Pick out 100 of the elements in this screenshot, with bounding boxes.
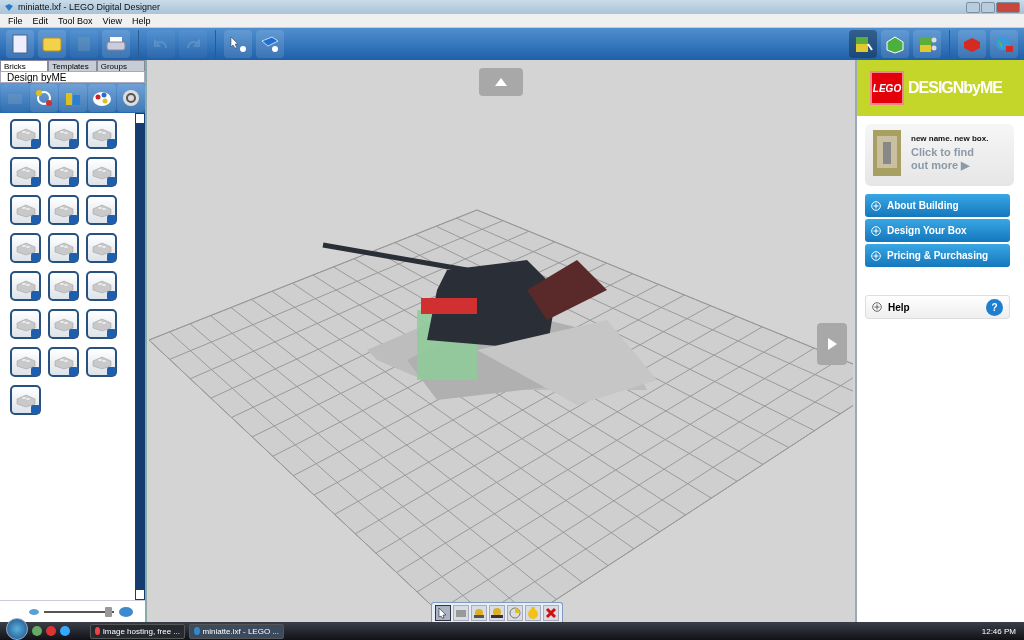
toolbar-button[interactable] — [224, 30, 252, 58]
add-icon — [69, 291, 78, 300]
panel-tab[interactable]: Groups — [96, 60, 145, 71]
help-icon: ? — [986, 298, 1003, 316]
brick-tile[interactable] — [10, 347, 41, 377]
plus-icon — [871, 225, 881, 236]
toolbar-button[interactable] — [38, 30, 66, 58]
hinge-align-icon — [491, 607, 503, 619]
edit-tool-button[interactable] — [471, 605, 487, 621]
save-icon — [77, 36, 91, 52]
help-button[interactable]: Help ? — [865, 295, 1010, 319]
palette-button[interactable] — [29, 84, 58, 112]
add-icon — [107, 139, 116, 148]
slider-thumb[interactable] — [105, 606, 113, 617]
brand-title: DESIGNbyME — [908, 79, 1002, 97]
add-icon — [31, 405, 40, 414]
accordion-header[interactable]: Design Your Box — [865, 219, 1010, 242]
brand-logo: LEGO — [870, 71, 904, 105]
palette-button[interactable] — [116, 84, 145, 112]
pointer-icon — [438, 607, 448, 619]
brick-tile[interactable] — [48, 347, 79, 377]
brick-tile[interactable] — [10, 271, 41, 301]
toolbar-button[interactable] — [102, 30, 130, 58]
window-title: miniatte.lxf - LEGO Digital Designer — [18, 2, 161, 12]
brick-tile[interactable] — [48, 157, 79, 187]
brick-tile[interactable] — [10, 157, 41, 187]
add-icon — [69, 177, 78, 186]
add-icon — [107, 291, 116, 300]
brick-tile[interactable] — [48, 233, 79, 263]
clock: 12:46 PM — [981, 626, 1017, 636]
brick-tile[interactable] — [86, 119, 117, 149]
panel-tab[interactable]: Templates — [48, 60, 97, 71]
folder-icon — [42, 36, 62, 52]
undo-icon — [154, 38, 168, 50]
brick-tile[interactable] — [86, 233, 117, 263]
close-button[interactable] — [996, 1, 1020, 13]
brick-tile[interactable] — [48, 309, 79, 339]
menu-item[interactable]: File — [8, 15, 23, 26]
taskbar-button[interactable]: miniatte.lxf - LEGO ... — [189, 623, 284, 639]
edit-tool-button[interactable] — [489, 605, 505, 621]
toolbar-button[interactable] — [256, 30, 284, 58]
scrollbar[interactable] — [135, 113, 145, 600]
brick-tile[interactable] — [10, 309, 41, 339]
add-icon — [107, 253, 116, 262]
add-icon — [107, 329, 116, 338]
start-button[interactable] — [6, 618, 28, 640]
mode-button[interactable] — [849, 30, 877, 58]
palette-button[interactable] — [87, 84, 116, 112]
brick-icon — [6, 91, 23, 105]
color-palette-icon — [91, 89, 112, 107]
book-help-icon — [260, 35, 280, 53]
add-icon — [107, 215, 116, 224]
accordion-header[interactable]: About Building — [865, 194, 1010, 217]
delete-icon — [545, 607, 557, 619]
palette-title: Design byME — [0, 71, 145, 83]
edit-tool-button[interactable] — [435, 605, 451, 621]
brick-tile[interactable] — [10, 385, 41, 415]
brick-tile[interactable] — [86, 271, 117, 301]
accordion-header[interactable]: Pricing & Purchasing — [865, 244, 1010, 267]
printer-icon — [106, 36, 126, 52]
brick-tile[interactable] — [48, 195, 79, 225]
toolbar-button[interactable] — [6, 30, 34, 58]
plus-icon — [871, 250, 881, 261]
brick-tile[interactable] — [48, 271, 79, 301]
taskbar-button[interactable]: Image hosting, free ... — [90, 623, 185, 639]
add-icon — [107, 367, 116, 376]
paint-bucket-icon — [509, 607, 521, 619]
add-icon — [107, 177, 116, 186]
menu-item[interactable]: Tool Box — [58, 15, 93, 26]
brick-tile[interactable] — [10, 233, 41, 263]
zoom-out-icon — [28, 607, 40, 616]
mode-button[interactable] — [881, 30, 909, 58]
brick-tile[interactable] — [86, 195, 117, 225]
mode-button[interactable] — [913, 30, 941, 58]
brick-tile[interactable] — [86, 309, 117, 339]
menu-item[interactable]: Edit — [32, 15, 49, 26]
pointer-help-icon — [229, 35, 247, 53]
panel-tab[interactable]: Bricks — [0, 60, 49, 71]
add-icon — [31, 367, 40, 376]
add-icon — [69, 215, 78, 224]
menu-item[interactable]: Help — [131, 15, 151, 26]
clone-brick-icon — [455, 608, 467, 618]
palette-button[interactable] — [58, 84, 87, 112]
plus-icon — [871, 200, 881, 211]
menu-item[interactable]: View — [102, 15, 122, 26]
zoom-in-icon — [118, 605, 134, 618]
brick-tile[interactable] — [10, 195, 41, 225]
redo-icon — [186, 38, 200, 50]
brick-tile[interactable] — [48, 119, 79, 149]
plus-icon — [872, 302, 882, 312]
promo-headline: new name. new box. — [911, 134, 990, 143]
brick-tile[interactable] — [86, 347, 117, 377]
lego-brick-icon — [962, 35, 982, 53]
brick-tile[interactable] — [86, 157, 117, 187]
add-icon — [31, 177, 40, 186]
brick-tile[interactable] — [10, 119, 41, 149]
add-icon — [31, 139, 40, 148]
add-icon — [31, 291, 40, 300]
instructions-mode-icon — [917, 34, 937, 54]
add-icon — [69, 139, 78, 148]
